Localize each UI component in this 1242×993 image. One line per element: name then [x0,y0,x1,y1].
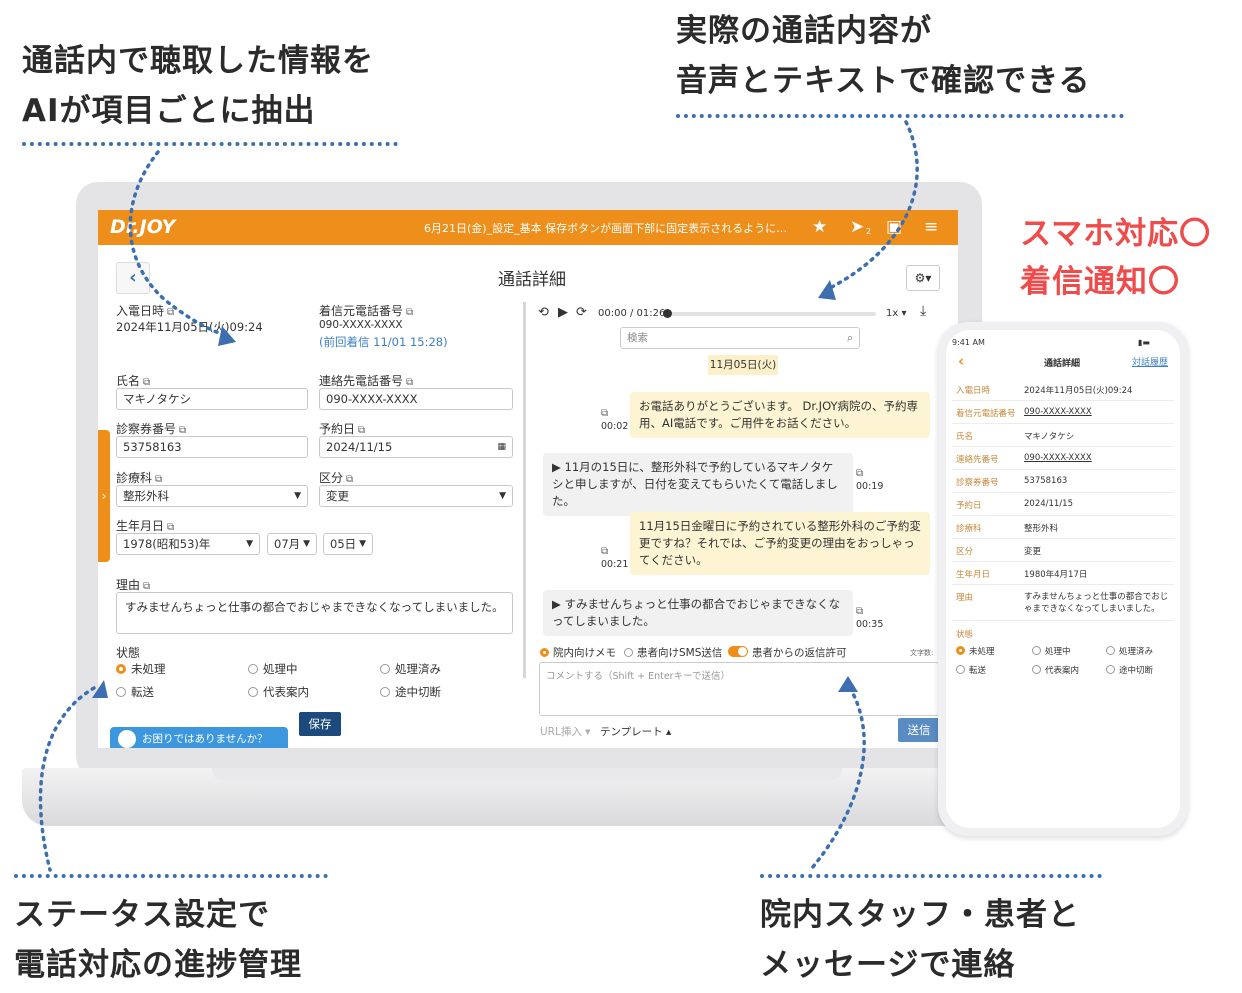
phone-row: 連絡先番号 090-XXXX-XXXX [952,447,1174,470]
phone-row: 診察券番号 53758163 [952,470,1174,493]
phone-status-radio[interactable]: 処理済み [1106,645,1153,657]
phone-status-radio[interactable]: 途中切断 [1106,664,1153,676]
phone-row: 予約日 2024/11/15 [952,493,1174,516]
phone-row: 診療科 整形外科 [952,516,1174,539]
phone-status-radio[interactable]: 代表案内 [1032,664,1079,676]
phone-screen: 9:41 AM ▮▬ ‹ 通話詳細 対話履歴 入電日時 2024年11月05日(火… [946,330,1180,828]
phone-history-link[interactable]: 対話履歴 [1132,355,1168,368]
phone-status-label: 状態 [956,630,974,640]
phone-status-radio[interactable]: 未処理 [956,645,995,657]
phone-title: 通話詳細 [1044,359,1081,369]
phone-row: 氏名 マキノタケシ [952,424,1174,447]
phone-row: 着信元電話番号 090-XXXX-XXXX [952,401,1174,424]
phone-frame: 9:41 AM ▮▬ ‹ 通話詳細 対話履歴 入電日時 2024年11月05日(火… [938,322,1188,836]
phone-status-radio[interactable]: 転送 [956,664,986,676]
phone-row: 区分 変更 [952,539,1174,562]
phone-row: 入電日時 2024年11月05日(火)09:24 [952,378,1174,401]
phone-back-icon[interactable]: ‹ [958,352,964,370]
battery-icon: ▮▬ [1138,338,1150,347]
phone-status-radio[interactable]: 処理中 [1032,645,1071,657]
phone-status-time: 9:41 AM [952,338,985,347]
phone-row: 生年月日 1980年4月17日 [952,562,1174,585]
phone-row: 理由 すみませんちょっと仕事の都合でおじゃまできなくなってしまいました。 [952,585,1174,621]
